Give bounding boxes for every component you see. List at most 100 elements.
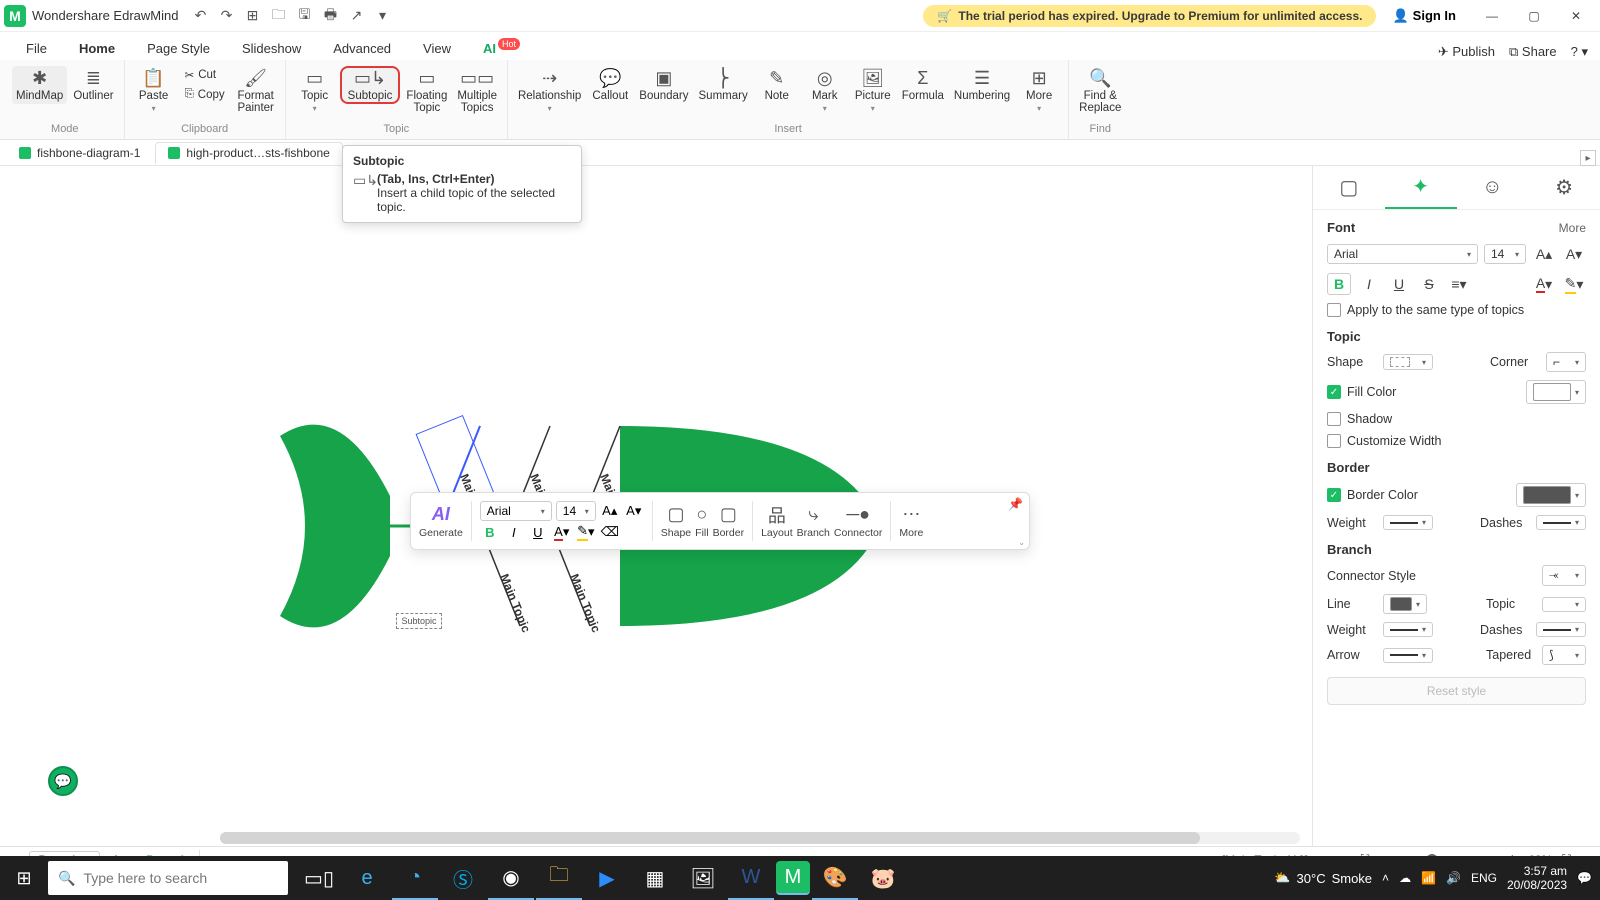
copy-button[interactable]: ⎘Copy — [179, 86, 231, 103]
mini-font-color-icon[interactable]: A▾ — [552, 523, 572, 541]
doc-tab-2[interactable]: high-product…sts-fishbone — [155, 142, 342, 164]
shape-select[interactable]: ▾ — [1383, 354, 1433, 370]
connector-style-select[interactable]: ⤛▾ — [1542, 565, 1586, 586]
open-icon[interactable]: 🗀 — [270, 8, 286, 24]
taskview-icon[interactable]: ▭▯ — [296, 856, 342, 900]
ie-icon[interactable]: e — [344, 856, 390, 900]
boundary-button[interactable]: ▣Boundary — [635, 66, 692, 104]
edrawmind-icon[interactable]: M — [776, 861, 810, 895]
panel-tab-theme[interactable]: ☺ — [1457, 166, 1529, 209]
mini-font-family[interactable]: Arial▾ — [480, 501, 552, 521]
mini-font-grow-icon[interactable]: A▴ — [600, 502, 620, 520]
branch-topic-select[interactable]: ▾ — [1542, 597, 1586, 612]
topic-button[interactable]: ▭Topic▾ — [292, 66, 338, 115]
taskbar-search[interactable]: 🔍 Type here to search — [48, 861, 288, 895]
callout-button[interactable]: 💬Callout — [587, 66, 633, 104]
branch-tapered-select[interactable]: ⟆▾ — [1542, 645, 1586, 665]
reset-style-button[interactable]: Reset style — [1327, 677, 1586, 705]
chrome-icon[interactable]: ◉ — [488, 856, 534, 900]
underline-icon[interactable]: U — [1387, 273, 1411, 295]
horizontal-scrollbar[interactable] — [220, 832, 1300, 844]
branch-line-select[interactable]: ▾ — [1383, 594, 1427, 614]
canvas[interactable]: Main Topic Main Topic Main Topic Main To… — [0, 166, 1312, 846]
wifi-icon[interactable]: 📶 — [1421, 871, 1436, 885]
tab-view[interactable]: View — [409, 37, 465, 60]
mini-clear-format-icon[interactable]: ⌫ — [600, 523, 620, 541]
mini-layout-button[interactable]: 品Layout — [761, 504, 793, 539]
font-color-icon[interactable]: A▾ — [1532, 273, 1556, 295]
font-family-select[interactable]: Arial▾ — [1327, 244, 1478, 264]
numbering-button[interactable]: ☰Numbering — [950, 66, 1014, 104]
mini-branch-button[interactable]: ⤷Branch — [797, 504, 830, 539]
word-icon[interactable]: W — [728, 856, 774, 900]
subtopic-button[interactable]: ▭↳Subtopic — [340, 66, 401, 104]
branch-arrow-select[interactable]: ▾ — [1383, 648, 1433, 663]
corner-select[interactable]: ⌐▾ — [1546, 352, 1586, 372]
formula-button[interactable]: ΣFormula — [898, 66, 948, 104]
share-button[interactable]: ⧉ Share — [1509, 44, 1557, 60]
new-icon[interactable]: ⊞ — [244, 8, 260, 24]
edge-icon[interactable]: ◔ — [392, 856, 438, 900]
weather-widget[interactable]: ⛅ 30°C Smoke — [1274, 870, 1372, 886]
align-icon[interactable]: ≡▾ — [1447, 273, 1471, 295]
language-icon[interactable]: ENG — [1471, 871, 1497, 885]
taskbar-clock[interactable]: 3:57 am 20/08/2023 — [1507, 864, 1567, 893]
panel-tab-style[interactable]: ▢ — [1313, 166, 1385, 209]
print-icon[interactable]: 🖶 — [322, 8, 338, 24]
mini-underline-icon[interactable]: U — [528, 523, 548, 541]
branch-weight-select[interactable]: ▾ — [1383, 622, 1433, 637]
bold-icon[interactable]: B — [1327, 273, 1351, 295]
undo-icon[interactable]: ↶ — [192, 8, 208, 24]
insert-more-button[interactable]: ⊞More▾ — [1016, 66, 1062, 115]
mini-font-shrink-icon[interactable]: A▾ — [624, 502, 644, 520]
paste-button[interactable]: 📋Paste▾ — [131, 66, 177, 115]
font-size-select[interactable]: 14▾ — [1484, 244, 1526, 264]
panel-tab-settings[interactable]: ⚙ — [1528, 166, 1600, 209]
app-generic-2-icon[interactable]: 🐷 — [860, 856, 906, 900]
redo-icon[interactable]: ↷ — [218, 8, 234, 24]
mini-shape-button[interactable]: ▢Shape — [661, 504, 691, 539]
signin-button[interactable]: 👤 Sign In — [1392, 8, 1456, 24]
tab-home[interactable]: Home — [65, 37, 129, 60]
tab-ai[interactable]: AIHot — [469, 37, 534, 60]
mindmap-button[interactable]: ✱MindMap — [12, 66, 67, 104]
floating-topic-button[interactable]: ▭Floating Topic — [402, 66, 451, 116]
panel-tab-format[interactable]: ✦ — [1385, 166, 1457, 209]
cut-button[interactable]: ✂Cut — [179, 66, 231, 84]
mini-connector-button[interactable]: ─●Connector — [834, 504, 882, 539]
apply-same-type-checkbox[interactable] — [1327, 303, 1341, 317]
mini-border-button[interactable]: ▢Border — [713, 504, 745, 539]
photos-icon[interactable]: 🖼 — [680, 856, 726, 900]
find-replace-button[interactable]: 🔍Find & Replace — [1075, 66, 1125, 116]
qat-more-icon[interactable]: ▾ — [374, 8, 390, 24]
collapse-panel-button[interactable]: ▸ — [1580, 150, 1596, 166]
maximize-button[interactable]: ▢ — [1514, 2, 1554, 30]
pin-icon[interactable]: 📌 — [1008, 497, 1023, 511]
paint-icon[interactable]: 🎨 — [812, 856, 858, 900]
font-more-link[interactable]: More — [1559, 221, 1586, 235]
outliner-button[interactable]: ≣Outliner — [69, 66, 117, 104]
summary-button[interactable]: ⎬Summary — [695, 66, 752, 104]
mini-highlight-icon[interactable]: ✎▾ — [576, 523, 596, 541]
bone-label-5[interactable]: Main Topic — [567, 572, 603, 635]
subtopic-edit-box[interactable]: Subtopic — [396, 613, 442, 629]
font-shrink-icon[interactable]: A▾ — [1562, 243, 1586, 265]
mini-font-size[interactable]: 14▾ — [556, 501, 596, 521]
notifications-icon[interactable]: 💬 — [1577, 871, 1592, 885]
close-button[interactable]: ✕ — [1556, 2, 1596, 30]
italic-icon[interactable]: I — [1357, 273, 1381, 295]
mini-more-button[interactable]: ⋯More — [899, 504, 923, 539]
tab-advanced[interactable]: Advanced — [319, 37, 405, 60]
fill-color-checkbox[interactable]: ✓ — [1327, 385, 1341, 399]
font-grow-icon[interactable]: A▴ — [1532, 243, 1556, 265]
mini-collapse-icon[interactable]: ⌄ — [1018, 538, 1025, 547]
border-color-checkbox[interactable]: ✓ — [1327, 488, 1341, 502]
strike-icon[interactable]: S — [1417, 273, 1441, 295]
zoom-icon[interactable]: ▶ — [584, 856, 630, 900]
picture-button[interactable]: 🖼Picture▾ — [850, 66, 896, 115]
relationship-button[interactable]: ⇢Relationship▾ — [514, 66, 585, 115]
help-button[interactable]: ? ▾ — [1571, 44, 1588, 60]
tab-slideshow[interactable]: Slideshow — [228, 37, 315, 60]
start-button[interactable]: ⊞ — [0, 856, 48, 900]
format-painter-button[interactable]: 🖌Format Painter — [233, 66, 279, 116]
